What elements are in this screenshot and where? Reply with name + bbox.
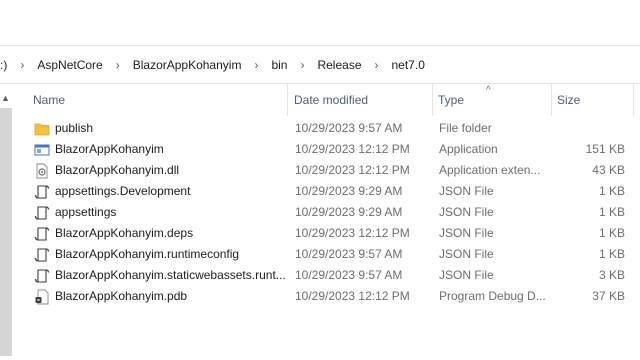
column-header-name[interactable]: Name	[28, 84, 288, 116]
json-file-icon	[34, 244, 50, 265]
json-file-icon	[34, 202, 50, 223]
file-type: Program Debug D...	[439, 289, 546, 303]
file-size: 1 KB	[598, 205, 625, 219]
file-name: BlazorAppKohanyim	[55, 142, 164, 156]
file-type: Application exten...	[439, 163, 541, 177]
file-row-publish[interactable]: publish 10/29/2023 9:57 AM File folder	[0, 118, 640, 139]
file-type: JSON File	[439, 247, 494, 261]
json-file-icon	[34, 181, 50, 202]
file-size: 1 KB	[598, 184, 625, 198]
file-date: 10/29/2023 12:12 PM	[295, 142, 410, 156]
file-row-runtimeconfig[interactable]: BlazorAppKohanyim.runtimeconfig 10/29/20…	[0, 244, 640, 265]
column-header-row: Name Date modified Type ^ Size	[0, 84, 640, 116]
column-header-type[interactable]: Type	[433, 84, 552, 116]
file-name: BlazorAppKohanyim.pdb	[55, 289, 188, 303]
file-row-appsettings[interactable]: appsettings 10/29/2023 9:29 AM JSON File…	[0, 202, 640, 223]
file-name: appsettings.Development	[55, 184, 191, 198]
json-file-icon	[34, 265, 50, 286]
chevron-right-icon[interactable]: ›	[244, 58, 268, 72]
file-row-pdb[interactable]: BlazorAppKohanyim.pdb 10/29/2023 12:12 P…	[0, 286, 640, 307]
application-icon	[34, 139, 50, 160]
file-name: BlazorAppKohanyim.dll	[55, 163, 180, 177]
breadcrumb-prefix[interactable]: :)	[0, 58, 10, 72]
file-name: BlazorAppKohanyim.staticwebassets.runt..…	[55, 268, 285, 282]
dll-icon	[34, 160, 50, 181]
file-date: 10/29/2023 12:12 PM	[295, 226, 410, 240]
file-row-appsettings-development[interactable]: appsettings.Development 10/29/2023 9:29 …	[0, 181, 640, 202]
chevron-right-icon[interactable]: ›	[290, 58, 314, 72]
file-name: appsettings	[55, 205, 117, 219]
file-size: 151 KB	[585, 142, 625, 156]
file-size: 1 KB	[598, 247, 625, 261]
file-date: 10/29/2023 9:57 AM	[295, 121, 403, 135]
file-date: 10/29/2023 9:57 AM	[295, 247, 403, 261]
file-name: BlazorAppKohanyim.deps	[55, 226, 194, 240]
json-file-icon	[34, 223, 50, 244]
file-type: JSON File	[439, 268, 494, 282]
file-row-staticwebassets[interactable]: BlazorAppKohanyim.staticwebassets.runt..…	[0, 265, 640, 286]
file-date: 10/29/2023 9:57 AM	[295, 268, 403, 282]
chevron-right-icon[interactable]: ›	[365, 58, 389, 72]
breadcrumb-item[interactable]: AspNetCore	[34, 58, 105, 72]
folder-icon	[34, 118, 50, 139]
file-date: 10/29/2023 12:12 PM	[295, 163, 410, 177]
file-row-dll[interactable]: BlazorAppKohanyim.dll 10/29/2023 12:12 P…	[0, 160, 640, 181]
sort-ascending-icon: ^	[486, 85, 491, 96]
breadcrumb-item[interactable]: net7.0	[389, 58, 428, 72]
file-type: JSON File	[439, 226, 494, 240]
file-type: Application	[439, 142, 498, 156]
file-size: 1 KB	[598, 226, 625, 240]
file-name: BlazorAppKohanyim.runtimeconfig	[55, 247, 240, 261]
file-list: publish 10/29/2023 9:57 AM File folder B…	[0, 118, 640, 307]
column-header-size[interactable]: Size	[552, 84, 634, 116]
breadcrumb-item[interactable]: Release	[314, 58, 364, 72]
ribbon-area	[0, 0, 640, 46]
file-type: JSON File	[439, 205, 494, 219]
file-size: 37 KB	[592, 289, 625, 303]
file-size: 43 KB	[592, 163, 625, 177]
address-bar[interactable]: :) › AspNetCore › BlazorAppKohanyim › bi…	[0, 46, 640, 84]
file-type: File folder	[439, 121, 492, 135]
chevron-right-icon[interactable]: ›	[10, 58, 34, 72]
file-size: 3 KB	[598, 268, 625, 282]
pdb-file-icon	[34, 286, 50, 307]
chevron-right-icon[interactable]: ›	[106, 58, 130, 72]
column-header-date-modified[interactable]: Date modified	[289, 84, 433, 116]
file-date: 10/29/2023 9:29 AM	[295, 205, 403, 219]
breadcrumb-item[interactable]: BlazorAppKohanyim	[130, 58, 245, 72]
file-row-deps[interactable]: BlazorAppKohanyim.deps 10/29/2023 12:12 …	[0, 223, 640, 244]
breadcrumb: :) › AspNetCore › BlazorAppKohanyim › bi…	[0, 46, 428, 83]
file-row-application[interactable]: BlazorAppKohanyim 10/29/2023 12:12 PM Ap…	[0, 139, 640, 160]
file-name: publish	[55, 121, 94, 135]
file-type: JSON File	[439, 184, 494, 198]
file-date: 10/29/2023 9:29 AM	[295, 184, 403, 198]
file-date: 10/29/2023 12:12 PM	[295, 289, 410, 303]
breadcrumb-item[interactable]: bin	[268, 58, 290, 72]
